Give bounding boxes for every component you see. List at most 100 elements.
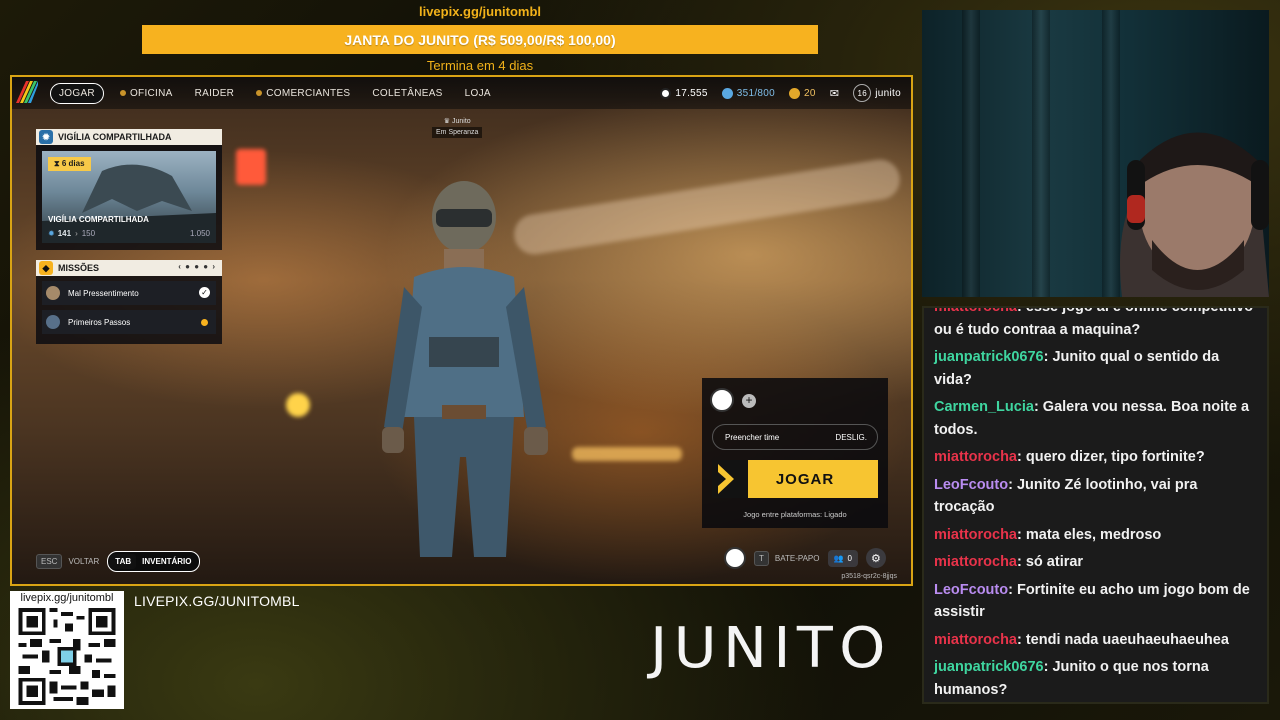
chat-message: juanpatrick0676: Junito o que nos torna … [934, 656, 1257, 701]
nav-tab-comerciantes[interactable]: COMERCIANTES [256, 88, 350, 99]
play-button[interactable]: JOGAR [712, 460, 878, 498]
username: junito [875, 87, 901, 99]
chevron-right-icon [712, 460, 748, 498]
bottom-left-controls: ESC VOLTAR TAB INVENTÁRIO [36, 551, 201, 572]
panel-header: ◆ MISSÕES ‹ ● ● ● › [36, 260, 222, 276]
missions-pager[interactable]: ‹ ● ● ● › [178, 262, 216, 271]
friends-icon: 👥 [833, 553, 844, 563]
checkmark-icon: ✓ [199, 287, 210, 298]
nav-tab-loja[interactable]: LOJA [465, 88, 491, 99]
nav-tab-raider[interactable]: RAIDER [195, 88, 235, 99]
game-logo [12, 77, 38, 109]
chat-username: juanpatrick0676 [934, 659, 1044, 675]
livepix-qr-box: livepix.gg/junitombl [10, 591, 124, 709]
chat-text: : só atirar [1017, 554, 1084, 570]
mission-label: Mal Pressentimento [68, 288, 139, 298]
gear-icon: ✹ [48, 229, 55, 238]
chat-text: : quero dizer, tipo fortinite? [1017, 449, 1205, 465]
settings-button[interactable]: ⚙ [865, 548, 886, 568]
chat-username: LeoFcouto [934, 581, 1009, 598]
vigil-title: VIGÍLIA COMPARTILHADA [48, 215, 149, 224]
play-button-label: JOGAR [775, 470, 835, 488]
mission-giver-avatar [46, 315, 60, 329]
fill-team-label: Preencher time [725, 432, 780, 442]
mail-button[interactable]: ✉ [830, 87, 840, 100]
credits-value: 17.555 [675, 87, 708, 99]
days-remaining: 6 dias [61, 159, 85, 168]
lobby-code: p3518-qsr2c-8jjqs [841, 573, 897, 580]
scene-glow-right [511, 156, 903, 258]
days-remaining-badge: ⧗ 6 dias [48, 157, 91, 171]
profile-button[interactable]: 16 junito [853, 84, 901, 102]
fill-team-toggle[interactable]: Preencher time DESLIG. [712, 424, 878, 450]
notification-dot-icon [256, 90, 263, 96]
credits-display[interactable]: 17.555 [660, 87, 708, 99]
chat-button[interactable]: T BATE-PAPO [754, 550, 820, 566]
player-location-tag: ♛ Junito Em Speranza [432, 117, 483, 138]
friends-count: 0 [847, 553, 852, 563]
notification-dot-icon [119, 90, 126, 96]
currency-bar: 17.555 351/800 20 ✉ 16 junito [660, 77, 901, 109]
mail-icon: ✉ [829, 87, 840, 100]
coins-value: 20 [804, 87, 816, 99]
chat-username: miattorocha [934, 526, 1017, 543]
mission-item[interactable]: Mal Pressentimento ✓ [42, 281, 216, 305]
coins-display[interactable]: 20 [789, 87, 816, 99]
chat-label: BATE-PAPO [774, 553, 820, 563]
mission-item[interactable]: Primeiros Passos [42, 310, 216, 334]
vigil-thumbnail[interactable]: ⧗ 6 dias VIGÍLIA COMPARTILHADA ✹ 141 › 1… [42, 151, 216, 243]
game-top-nav: JOGAR OFICINA RAIDER COMERCIANTES COLETÂ… [12, 77, 911, 109]
nav-tab-oficina[interactable]: OFICINA [119, 87, 173, 99]
chat-message: miattorocha: quero dizer, tipo fortinite… [934, 446, 1257, 469]
donation-goal-timer: Termina em 4 dias [426, 58, 534, 73]
player-avatar[interactable] [724, 547, 746, 569]
vigil-next: 150 [81, 229, 96, 238]
shared-vigil-panel[interactable]: ✹ VIGÍLIA COMPARTILHADA ⧗ 6 dias VIGÍLIA… [36, 129, 222, 250]
nav-tab-label: OFICINA [129, 87, 173, 99]
party-member-avatar[interactable] [710, 388, 734, 412]
nav-tab-coletaneas[interactable]: COLETÂNEAS [372, 88, 442, 99]
tokens-display[interactable]: 351/800 [721, 87, 775, 99]
nav-tab-label: JOGAR [59, 87, 95, 99]
chat-message: miattorocha: esse jogo ai é online compe… [934, 306, 1257, 341]
streamer-silhouette [1120, 132, 1269, 297]
inventory-button[interactable]: TAB INVENTÁRIO [107, 551, 201, 572]
nav-tab-label: COMERCIANTES [266, 87, 351, 99]
mission-icon: ◆ [39, 261, 53, 275]
chat-message: miattorocha: mata eles, medroso [934, 524, 1257, 547]
gear-icon: ✹ [39, 130, 53, 144]
chat-username: Carmen_Lucia [934, 399, 1034, 415]
token-icon [721, 87, 733, 99]
active-indicator-icon [201, 319, 208, 326]
gear-icon: ⚙ [870, 552, 881, 565]
nav-tab-jogar[interactable]: JOGAR [50, 82, 104, 104]
back-button[interactable]: ESC VOLTAR [36, 554, 99, 569]
chat-message: miattorocha: tendi nada uaeuhaeuhaeuhea [934, 629, 1257, 652]
credits-icon [660, 87, 672, 99]
coin-icon [789, 87, 801, 99]
chat-username: miattorocha [934, 306, 1017, 315]
chat-message: LeoFcouto: Junito Zé lootinho, vai pra t… [934, 474, 1257, 519]
missions-panel: ◆ MISSÕES ‹ ● ● ● › Mal Pressentimento ✓… [36, 260, 222, 344]
friends-button[interactable]: 👥 0 [827, 549, 858, 567]
livepix-url: livepix.gg/junitombl [418, 4, 542, 19]
chat-message: LeoFcouto: Fortinite eu acho um jogo bom… [934, 579, 1257, 624]
chat-username: juanpatrick0676 [934, 349, 1044, 365]
vigil-current: 141 [57, 229, 72, 238]
vigil-progress: ✹ 141 › 150 1.050 [48, 229, 210, 238]
back-label: VOLTAR [68, 557, 100, 566]
bottom-right-controls: T BATE-PAPO 👥 0 ⚙ [724, 547, 886, 569]
game-screen: JOGAR OFICINA RAIDER COMERCIANTES COLETÂ… [10, 75, 913, 586]
missions-header: MISSÕES [58, 263, 100, 273]
chat-text: : tendi nada uaeuhaeuhaeuhea [1017, 631, 1229, 648]
nav-tab-label: LOJA [464, 87, 491, 99]
mission-label: Primeiros Passos [68, 317, 131, 327]
tab-key-hint: TAB [110, 554, 137, 569]
chat-message: Carmen_Lucia: Galera vou nessa. Boa noit… [934, 396, 1257, 441]
crossplay-status: Jogo entre plataformas: Ligado [743, 510, 847, 519]
vigil-header: VIGÍLIA COMPARTILHADA [58, 132, 172, 142]
add-party-member-icon[interactable]: + [742, 394, 756, 408]
raider-character [382, 181, 548, 557]
chat-message: miattorocha: só atirar [934, 551, 1257, 574]
stream-chat: miattorocha: esse jogo ai é online compe… [922, 306, 1269, 704]
